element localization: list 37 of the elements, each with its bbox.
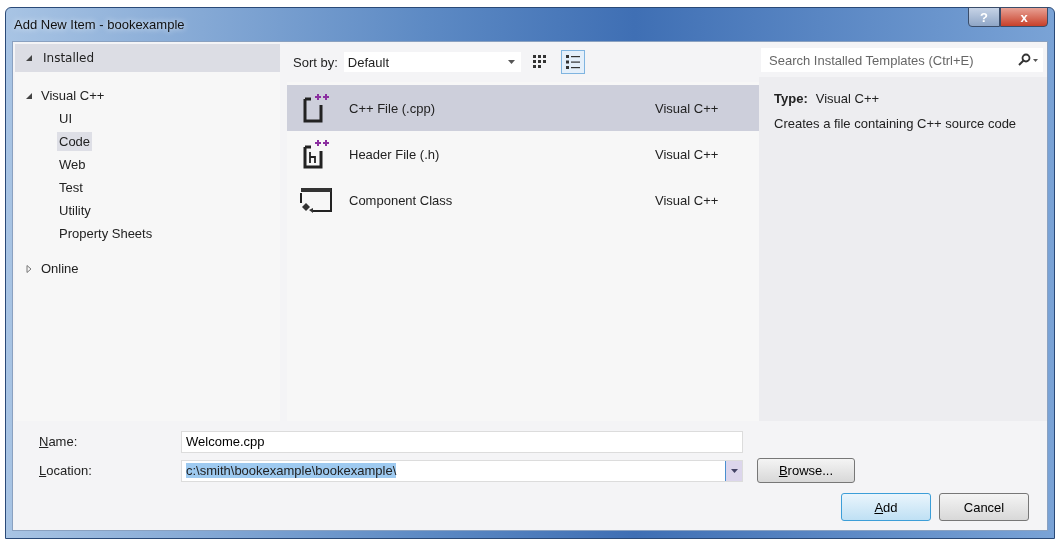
tree-header-label: Installed <box>43 51 95 65</box>
expanded-arrow-icon[interactable] <box>25 91 33 100</box>
tree-item[interactable]: Visual C++ <box>39 86 107 105</box>
window-title: Add New Item - bookexample <box>13 16 185 32</box>
cancel-button[interactable]: Cancel <box>939 493 1029 521</box>
close-button[interactable]: x <box>1000 7 1048 27</box>
location-field[interactable]: c:\smith\bookexample\bookexample\ <box>181 459 743 482</box>
type-value: Visual C++ <box>815 91 880 106</box>
tree-item[interactable]: Web <box>57 155 88 174</box>
template-item[interactable]: Component Class Visual C++ <box>287 177 759 223</box>
collapsed-arrow-icon[interactable] <box>25 264 33 273</box>
name-field[interactable]: Welcome.cpp <box>181 430 743 453</box>
tree-item[interactable]: Online <box>39 259 81 278</box>
tree-item[interactable]: Test <box>57 178 85 197</box>
template-item[interactable]: Header File (.h) Visual C++ <box>287 131 759 177</box>
list-icon <box>563 53 582 71</box>
tree-item[interactable]: Code <box>57 132 93 151</box>
type-label: Type: <box>774 91 808 106</box>
tree-item[interactable]: UI <box>57 109 74 128</box>
sort-dropdown[interactable]: Default <box>343 52 521 72</box>
caret-icon <box>507 60 515 64</box>
browse-button[interactable]: Browse... <box>757 458 855 483</box>
tree-item[interactable]: Utility <box>57 201 93 220</box>
tree-header[interactable]: Installed <box>15 44 280 72</box>
expanded-arrow-icon[interactable] <box>25 54 33 62</box>
sort-label: Sort by: <box>293 54 338 70</box>
list-view-button[interactable] <box>560 50 585 74</box>
search-field[interactable]: Search Installed Templates (Ctrl+E) <box>761 48 1043 72</box>
add-button[interactable]: Add <box>841 493 931 521</box>
name-label: Name: <box>39 434 79 449</box>
template-description: Creates a file containing C++ source code <box>774 116 1018 131</box>
dropdown-button[interactable] <box>725 460 742 481</box>
template-item[interactable]: C++ File (.cpp) Visual C++ <box>287 85 759 131</box>
location-label: Location: <box>39 463 93 478</box>
caret-icon <box>730 468 738 473</box>
tree-item[interactable]: Property Sheets <box>57 224 155 243</box>
search-icon[interactable] <box>1017 53 1039 67</box>
